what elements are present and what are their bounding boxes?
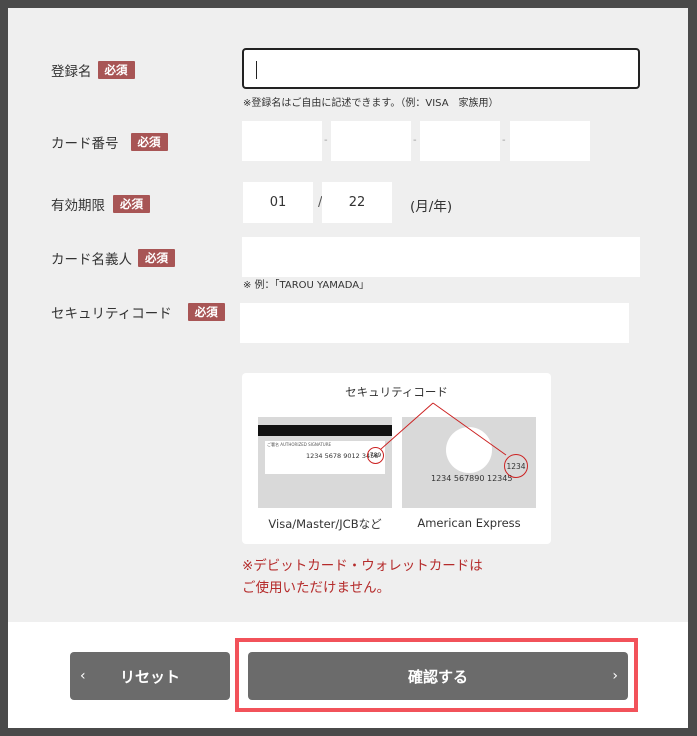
confirm-highlight-box	[235, 638, 638, 712]
registration-name-label-text: 登録名	[51, 64, 92, 80]
card-number-label-text: カード番号	[51, 136, 119, 152]
expiry-month-input[interactable]: 01	[243, 182, 313, 223]
security-code-label-text: セキュリティコード	[51, 306, 172, 322]
form-frame: 登録名 必須 ※登録名はご自由に記述できます。（例：VISA 家族用） カード番…	[8, 8, 688, 728]
card-number-separator: -	[324, 135, 328, 146]
required-badge: 必須	[187, 303, 225, 321]
card-holder-input[interactable]	[242, 237, 640, 277]
warning-line-2: ご使用いただけません。	[242, 580, 391, 596]
card-number-input-4[interactable]	[510, 121, 590, 161]
pointer-lines	[380, 402, 507, 456]
expiry-unit: (月/年)	[410, 199, 453, 215]
debit-card-warning: ※デビットカード・ウォレットカードは ご使用いただけません。	[242, 555, 483, 599]
card-number-input-3[interactable]	[420, 121, 500, 161]
required-badge: 必須	[130, 133, 168, 151]
registration-name-input[interactable]	[242, 48, 640, 89]
required-badge: 必須	[113, 195, 150, 213]
warning-line-1: ※デビットカード・ウォレットカードは	[242, 558, 483, 574]
required-badge: 必須	[97, 61, 135, 79]
card-holder-label: カード名義人 必須	[51, 248, 175, 268]
card-holder-note: ※ 例：「TAROU YAMADA」	[243, 280, 370, 291]
reset-button[interactable]: ‹ リセット	[70, 652, 230, 700]
card-holder-label-text: カード名義人	[51, 252, 132, 268]
security-code-label: セキュリティコード 必須	[51, 302, 225, 322]
security-code-help: セキュリティコード ご署名 AUTHORIZED SIGNATURE 1234 …	[242, 373, 551, 544]
registration-name-label: 登録名 必須	[51, 60, 135, 80]
reset-button-label: リセット	[119, 667, 180, 686]
card-number-separator: -	[502, 135, 506, 146]
card-number-separator: -	[413, 135, 417, 146]
card-number-input-2[interactable]	[331, 121, 411, 161]
expiry-year-input[interactable]: 22	[322, 182, 392, 223]
expiry-label-text: 有効期限	[51, 198, 105, 214]
required-badge: 必須	[138, 249, 175, 267]
card-form: 登録名 必須 ※登録名はご自由に記述できます。（例：VISA 家族用） カード番…	[8, 8, 688, 622]
text-caret	[256, 61, 257, 79]
chevron-left-icon: ‹	[80, 668, 86, 684]
card-number-input-1[interactable]	[242, 121, 322, 161]
expiry-label: 有効期限 必須	[51, 194, 150, 214]
card-number-label: カード番号 必須	[51, 132, 168, 152]
security-code-input[interactable]	[240, 303, 629, 343]
registration-name-note: ※登録名はご自由に記述できます。（例：VISA 家族用）	[243, 98, 499, 109]
